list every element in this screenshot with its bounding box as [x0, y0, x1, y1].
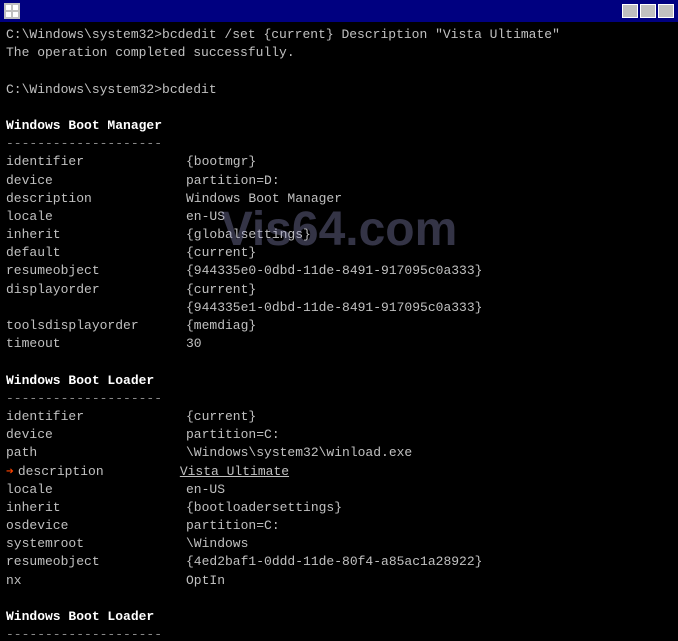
- console-line: descriptionWindows Boot Manager: [6, 190, 672, 208]
- console-line: [6, 590, 672, 608]
- console-area[interactable]: Vis64.com C:\Windows\system32>bcdedit /s…: [0, 22, 678, 641]
- console-line: localeen-US: [6, 208, 672, 226]
- console-line: inherit{bootloadersettings}: [6, 499, 672, 517]
- console-line: inherit{globalsettings}: [6, 226, 672, 244]
- maximize-button[interactable]: [640, 4, 656, 18]
- console-line: default{current}: [6, 244, 672, 262]
- console-line: {944335e1-0dbd-11de-8491-917095c0a333}: [6, 299, 672, 317]
- console-line: [6, 99, 672, 117]
- console-line: C:\Windows\system32>bcdedit: [6, 81, 672, 99]
- close-button[interactable]: [658, 4, 674, 18]
- console-line: systemroot\Windows: [6, 535, 672, 553]
- console-line: path\Windows\system32\winload.exe: [6, 444, 672, 462]
- console-line: displayorder{current}: [6, 281, 672, 299]
- console-line: Windows Boot Loader: [6, 372, 672, 390]
- title-bar[interactable]: [0, 0, 678, 22]
- console-line: resumeobject{944335e0-0dbd-11de-8491-917…: [6, 262, 672, 280]
- console-line: Windows Boot Manager: [6, 117, 672, 135]
- console-line: identifier{current}: [6, 408, 672, 426]
- console-line: devicepartition=D:: [6, 172, 672, 190]
- console-line: [6, 62, 672, 80]
- console-line: ➔descriptionVista Ultimate: [6, 463, 672, 481]
- window-icon: [4, 3, 20, 19]
- console-line: nxOptIn: [6, 572, 672, 590]
- console-line: --------------------: [6, 626, 672, 641]
- minimize-button[interactable]: [622, 4, 638, 18]
- console-line: The operation completed successfully.: [6, 44, 672, 62]
- console-line: osdevicepartition=C:: [6, 517, 672, 535]
- console-line: localeen-US: [6, 481, 672, 499]
- console-line: resumeobject{4ed2baf1-0ddd-11de-80f4-a85…: [6, 553, 672, 571]
- console-line: identifier{bootmgr}: [6, 153, 672, 171]
- console-line: devicepartition=C:: [6, 426, 672, 444]
- console-line: --------------------: [6, 135, 672, 153]
- console-line: C:\Windows\system32>bcdedit /set {curren…: [6, 26, 672, 44]
- console-line: Windows Boot Loader: [6, 608, 672, 626]
- console-line: timeout30: [6, 335, 672, 353]
- console-line: --------------------: [6, 390, 672, 408]
- console-line: [6, 353, 672, 371]
- console-line: toolsdisplayorder{memdiag}: [6, 317, 672, 335]
